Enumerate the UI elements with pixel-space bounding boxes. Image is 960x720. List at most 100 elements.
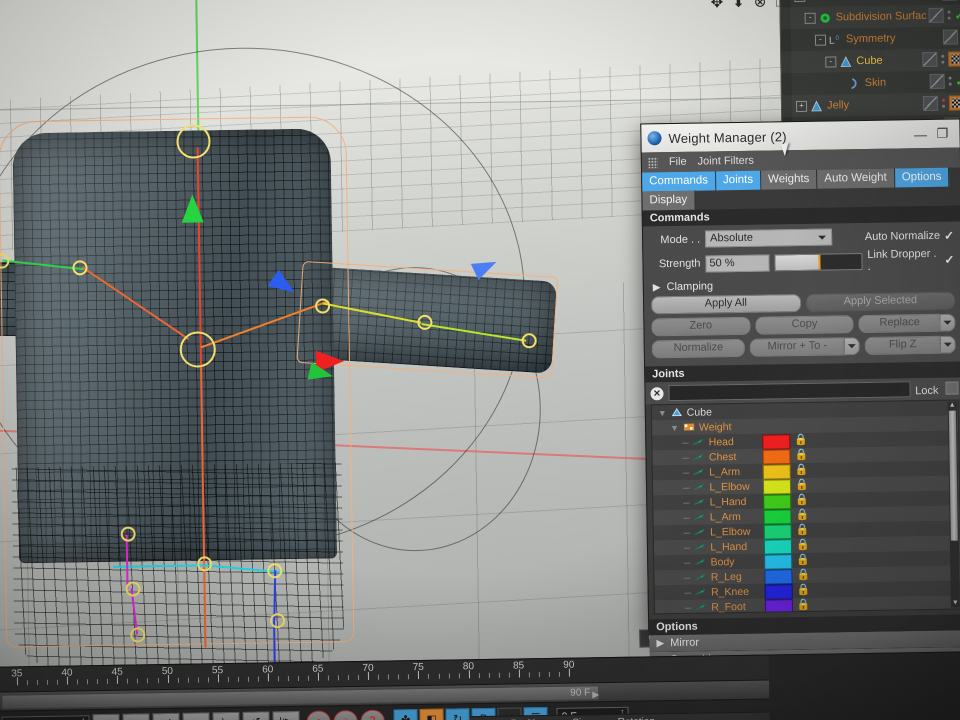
object-manager-columns[interactable]: [942, 0, 960, 1]
clear-search-icon[interactable]: ✕: [650, 386, 664, 400]
visibility-render-dot[interactable]: [947, 16, 951, 20]
tab-weights[interactable]: Weights: [760, 169, 818, 190]
rotate-icon[interactable]: ⊗: [754, 0, 767, 11]
menu-file[interactable]: File: [669, 156, 687, 168]
play-button[interactable]: ▶: [182, 712, 210, 720]
lock-icon[interactable]: 🔒: [796, 524, 810, 537]
step-back-button[interactable]: ◂(: [152, 712, 180, 720]
commands-body[interactable]: Mode . . Absolute Auto Normalize ✓ Stren…: [642, 221, 960, 367]
visibility-render-dot[interactable]: [941, 60, 945, 64]
mirror-dropdown-arrow[interactable]: [844, 337, 860, 356]
minimize-button[interactable]: —: [909, 126, 931, 141]
dolly-icon[interactable]: ⬇: [732, 0, 745, 11]
expand-toggle-icon[interactable]: ▼: [658, 408, 667, 418]
menu-joint-filters[interactable]: Joint Filters: [698, 155, 754, 168]
enabled-check-icon[interactable]: ✓: [955, 74, 960, 88]
tab-options[interactable]: Options: [894, 167, 950, 188]
loop-button[interactable]: ↻: [122, 713, 150, 720]
object-manager-row[interactable]: - L0 Symmetry: [781, 26, 960, 51]
tab-commands[interactable]: Commands: [642, 171, 717, 192]
weight-tag-icon[interactable]: [948, 95, 960, 111]
weight-manager-window[interactable]: Weight Manager (2) — ❐ File Joint Filter…: [640, 118, 960, 670]
object-manager-columns[interactable]: [922, 95, 960, 112]
autokey-button[interactable]: ○: [333, 709, 358, 720]
rotation-key-toggle[interactable]: ↻: [445, 707, 470, 720]
lock-icon[interactable]: 🔒: [797, 584, 811, 597]
link-dropper-checkbox[interactable]: Link Dropper . . ✓: [867, 248, 954, 273]
joints-search-input[interactable]: [668, 381, 911, 402]
tab-display[interactable]: Display: [642, 190, 696, 211]
replace-button[interactable]: Replace: [858, 313, 941, 334]
position-key-toggle[interactable]: ✤: [393, 708, 418, 720]
enabled-check-icon[interactable]: ✓: [954, 8, 960, 22]
scroll-down-icon[interactable]: ▼: [952, 600, 959, 608]
scrollbar-thumb[interactable]: [948, 410, 958, 541]
expand-toggle-icon[interactable]: +: [795, 100, 808, 112]
object-manager-row[interactable]: - Subdivision Surfac ✓: [780, 4, 960, 30]
expand-toggle-icon[interactable]: -: [804, 12, 816, 24]
layer-swatch[interactable]: [929, 73, 945, 89]
lock-checkbox[interactable]: [945, 381, 959, 395]
lock-icon[interactable]: 🔒: [794, 449, 808, 462]
visibility-render-dot[interactable]: [948, 82, 952, 86]
joints-list[interactable]: ▼ Cube ▼ Weight ─ Head 🔒 ─ Chest 🔒 ─ L_A…: [650, 399, 960, 615]
joint-color-swatch[interactable]: [764, 599, 794, 615]
flip-z-dropdown-arrow[interactable]: [940, 335, 956, 354]
lock-icon[interactable]: 🔒: [797, 599, 811, 612]
visibility-editor-dot[interactable]: [941, 54, 945, 58]
visibility-dots[interactable]: [941, 98, 946, 108]
expand-toggle-icon[interactable]: -: [814, 34, 827, 46]
viewport-nav-icons[interactable]: ✥ ⬇ ⊗ ⎕: [711, 0, 785, 11]
go-to-start-button[interactable]: ⧏|: [92, 713, 120, 720]
mode-dropdown[interactable]: Absolute: [704, 228, 833, 248]
flip-z-button[interactable]: Flip Z: [864, 335, 941, 356]
weight-tag-icon[interactable]: [948, 51, 960, 67]
object-manager[interactable]: - L0 Geo - Subdivision Surfac ✓: [779, 0, 960, 124]
tab-joints[interactable]: Joints: [715, 170, 762, 191]
strength-input[interactable]: 50 %: [705, 253, 770, 272]
normalize-button[interactable]: Normalize: [651, 338, 746, 359]
auto-normalize-checkbox[interactable]: Auto Normalize ✓: [837, 228, 954, 244]
weight-manager-tabs[interactable]: Commands Joints Weights Auto Weight Options …: [642, 167, 960, 211]
layer-swatch[interactable]: [942, 0, 958, 1]
lock-icon[interactable]: 🔒: [796, 554, 810, 567]
object-manager-columns[interactable]: ✓: [929, 73, 960, 89]
object-manager-columns[interactable]: [942, 29, 960, 45]
visibility-dots[interactable]: [941, 54, 945, 64]
object-manager-columns[interactable]: [922, 51, 960, 68]
lock-icon[interactable]: 🔒: [795, 479, 809, 492]
gizmo-axis-y-arrow[interactable]: [181, 194, 204, 223]
lock-icon[interactable]: 🔒: [795, 509, 809, 522]
visibility-editor-dot[interactable]: [941, 98, 945, 102]
mirror-button[interactable]: Mirror + To -: [749, 337, 845, 357]
play-reverse-button[interactable]: ↺: [242, 711, 270, 720]
tab-auto-weight[interactable]: Auto Weight: [817, 168, 895, 189]
lock-icon[interactable]: 🔒: [796, 569, 810, 582]
object-manager-row[interactable]: + Jelly: [781, 92, 960, 118]
go-to-end-button[interactable]: |⧐: [272, 710, 300, 720]
layer-swatch[interactable]: [928, 7, 944, 23]
lock-icon[interactable]: 🔒: [796, 539, 810, 552]
object-manager-row[interactable]: - Cube: [781, 48, 960, 74]
maximize-button[interactable]: ❐: [931, 126, 953, 142]
current-frame-input[interactable]: 90 F ↕: [1, 715, 90, 720]
scale-key-toggle[interactable]: ◧: [419, 708, 444, 720]
replace-dropdown-arrow[interactable]: [940, 313, 956, 332]
lock-icon[interactable]: 🔒: [795, 464, 809, 477]
visibility-render-dot[interactable]: [942, 104, 946, 108]
step-forward-button[interactable]: )▸: [212, 711, 240, 720]
object-manager-row[interactable]: Skin ✓: [782, 70, 960, 95]
layer-swatch[interactable]: [922, 51, 938, 68]
layer-swatch[interactable]: [922, 95, 939, 112]
record-keyframe-button[interactable]: ●: [306, 709, 331, 720]
keyframe-selection-button[interactable]: ?: [360, 709, 385, 720]
lock-icon[interactable]: 🔒: [794, 434, 808, 447]
expand-toggle-icon[interactable]: ▼: [670, 422, 679, 432]
visibility-dots[interactable]: [948, 76, 952, 86]
visibility-editor-dot[interactable]: [947, 10, 951, 14]
pan-icon[interactable]: ✥: [711, 0, 724, 11]
expand-toggle-icon[interactable]: -: [825, 55, 837, 68]
zero-button[interactable]: Zero: [651, 316, 751, 337]
copy-button[interactable]: Copy: [755, 315, 854, 335]
expand-toggle-icon[interactable]: -: [794, 0, 806, 2]
